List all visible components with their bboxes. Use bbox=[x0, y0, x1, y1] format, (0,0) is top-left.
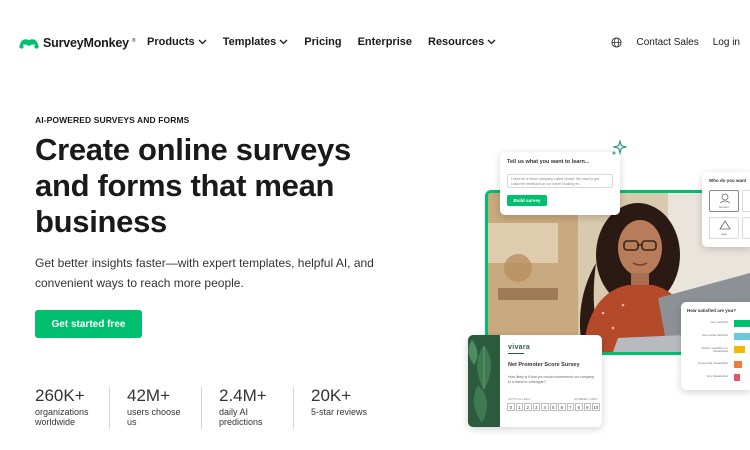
audience-option-label: Age bbox=[721, 232, 727, 236]
satisfaction-row: Somewhat dissatisfied bbox=[687, 361, 750, 369]
audience-option-age[interactable]: Age bbox=[709, 217, 739, 239]
stat-value: 260K+ bbox=[35, 386, 85, 405]
satisfaction-label: Very satisfied bbox=[710, 320, 728, 324]
stat-label: users choose us bbox=[127, 407, 181, 427]
stat-label: daily AI predictions bbox=[219, 407, 263, 427]
hero-subhead: Get better insights faster—with expert t… bbox=[35, 256, 374, 290]
satisfaction-bar bbox=[734, 320, 750, 327]
logo-underline bbox=[508, 353, 524, 354]
audience-option-label: Gender bbox=[718, 205, 729, 209]
hero-headline: Create online surveys and forms that mea… bbox=[35, 132, 351, 239]
sparkle-icon bbox=[611, 140, 627, 156]
nav-pricing-label: Pricing bbox=[304, 36, 342, 48]
person-icon bbox=[719, 193, 731, 204]
chevron-down-icon bbox=[198, 39, 207, 45]
audience-option-next[interactable] bbox=[742, 190, 750, 212]
audience-title: Who do you want bbox=[709, 178, 747, 183]
login-link[interactable]: Log in bbox=[713, 37, 740, 48]
pyramid-icon bbox=[719, 220, 731, 230]
satisfaction-row: Neither satisfied nor dissatisfied bbox=[687, 346, 750, 354]
nps-low-label: NOT AT ALL LIKELY bbox=[508, 398, 531, 401]
contact-sales-link[interactable]: Contact Sales bbox=[636, 37, 698, 48]
nav-products-label: Products bbox=[147, 36, 195, 48]
trademark-symbol: ® bbox=[131, 37, 136, 44]
nps-option[interactable]: 6 bbox=[558, 403, 566, 411]
stat-value: 42M+ bbox=[127, 386, 170, 405]
satisfaction-bar bbox=[734, 346, 745, 353]
satisfaction-label: Somewhat dissatisfied bbox=[698, 361, 728, 365]
satisfaction-row: Somewhat satisfied bbox=[687, 333, 750, 341]
nav-templates-label: Templates bbox=[222, 36, 277, 48]
hero-eyebrow: AI-POWERED SURVEYS AND FORMS bbox=[35, 115, 190, 125]
nps-option[interactable]: 5 bbox=[549, 403, 557, 411]
chevron-down-icon bbox=[487, 39, 496, 45]
nav-products[interactable]: Products bbox=[147, 36, 207, 48]
stat-label: 5-star reviews bbox=[311, 407, 368, 417]
nps-option[interactable]: 1 bbox=[515, 403, 523, 411]
satisfaction-card: How satisfied are you? Very satisfied So… bbox=[681, 302, 750, 390]
chevron-down-icon bbox=[279, 39, 288, 45]
satisfaction-row: Very satisfied bbox=[687, 320, 750, 328]
stat-value: 20K+ bbox=[311, 386, 352, 405]
stat-reviews: 20K+ 5-star reviews bbox=[311, 387, 385, 429]
stats-row: 260K+ organizations worldwide 42M+ users… bbox=[35, 387, 402, 429]
nps-option[interactable]: 4 bbox=[541, 403, 549, 411]
nav-resources-label: Resources bbox=[428, 36, 485, 48]
satisfaction-label: Somewhat satisfied bbox=[701, 333, 728, 337]
audience-card: Who do you want Gender Age bbox=[702, 172, 750, 247]
brand-name: SurveyMonkey bbox=[43, 36, 129, 50]
nav-pricing[interactable]: Pricing bbox=[304, 36, 341, 48]
leaf-icon bbox=[468, 340, 491, 423]
satisfaction-row: Very dissatisfied bbox=[687, 374, 750, 382]
surveymonkey-logo[interactable]: SurveyMonkey ® bbox=[18, 34, 136, 52]
ai-prompt-field[interactable]: I work for a travel company called Vivar… bbox=[507, 174, 613, 188]
stat-label: organizations worldwide bbox=[35, 407, 89, 427]
satisfaction-bar bbox=[734, 361, 742, 368]
stat-ai-predictions: 2.4M+ daily AI predictions bbox=[219, 387, 294, 429]
satisfaction-bar bbox=[734, 374, 740, 381]
nps-scale: 0 1 2 3 4 5 6 7 8 9 10 bbox=[507, 403, 600, 411]
satisfaction-label: Neither satisfied nor dissatisfied bbox=[701, 346, 728, 354]
nav-templates[interactable]: Templates bbox=[223, 36, 289, 48]
vivara-logo: vivara bbox=[508, 344, 531, 351]
get-started-free-button[interactable]: Get started free bbox=[35, 310, 142, 338]
ai-prompt-card: Tell us what you want to learn... I work… bbox=[500, 152, 620, 215]
nps-option[interactable]: 0 bbox=[507, 403, 515, 411]
nps-scale-labels: NOT AT ALL LIKELY EXTREMELY LIKELY bbox=[508, 398, 598, 401]
audience-option-next[interactable] bbox=[742, 217, 750, 239]
nav-enterprise-label: Enterprise bbox=[357, 36, 412, 48]
nps-option[interactable]: 2 bbox=[524, 403, 532, 411]
satisfaction-label: Very dissatisfied bbox=[706, 374, 728, 378]
surveymonkey-logo-icon bbox=[19, 39, 39, 49]
stat-value: 2.4M+ bbox=[219, 386, 267, 405]
audience-option-gender[interactable]: Gender bbox=[709, 190, 739, 212]
nps-title: Net Promoter Score Survey bbox=[508, 362, 580, 368]
nps-question: How likely is it that you would recommen… bbox=[508, 375, 595, 384]
satisfaction-title: How satisfied are you? bbox=[687, 308, 737, 313]
nps-high-label: EXTREMELY LIKELY bbox=[574, 398, 598, 401]
leaf-pattern-panel bbox=[468, 335, 500, 427]
nps-option[interactable]: 10 bbox=[592, 403, 600, 411]
globe-icon[interactable] bbox=[611, 37, 623, 48]
top-navigation: SurveyMonkey ® Products Templates Pricing… bbox=[0, 0, 750, 86]
nps-survey-card: vivara Net Promoter Score Survey How lik… bbox=[468, 335, 602, 427]
ai-prompt-title: Tell us what you want to learn... bbox=[507, 159, 590, 165]
build-survey-button[interactable]: Build survey bbox=[507, 195, 547, 206]
nav-resources[interactable]: Resources bbox=[428, 36, 496, 48]
nps-option[interactable]: 9 bbox=[583, 403, 591, 411]
nav-enterprise[interactable]: Enterprise bbox=[358, 36, 412, 48]
nps-option[interactable]: 3 bbox=[532, 403, 540, 411]
nps-option[interactable]: 7 bbox=[566, 403, 574, 411]
nps-option[interactable]: 8 bbox=[575, 403, 583, 411]
stat-organizations: 260K+ organizations worldwide bbox=[35, 387, 110, 429]
satisfaction-bar bbox=[734, 333, 750, 340]
stat-users: 42M+ users choose us bbox=[127, 387, 202, 429]
